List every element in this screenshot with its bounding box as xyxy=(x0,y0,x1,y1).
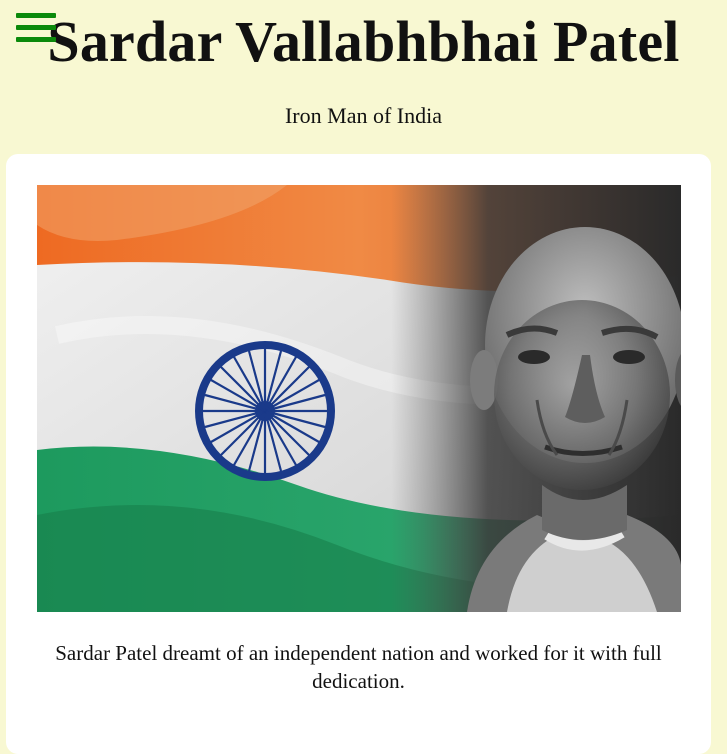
photo-illustration xyxy=(37,185,681,612)
menu-bar-bottom xyxy=(16,37,56,42)
portrait xyxy=(467,227,681,612)
patel-flag-image xyxy=(37,185,681,612)
image-caption: Sardar Patel dreamt of an independent na… xyxy=(55,641,662,693)
content-card: Sardar Patel dreamt of an independent na… xyxy=(6,154,711,754)
page-subtitle: Iron Man of India xyxy=(284,103,442,128)
menu-bar-middle xyxy=(16,25,56,30)
page-title: Sardar Vallabhbhai Patel xyxy=(47,9,680,74)
menu-bar-top xyxy=(16,13,56,18)
menu-icon[interactable] xyxy=(16,13,56,43)
